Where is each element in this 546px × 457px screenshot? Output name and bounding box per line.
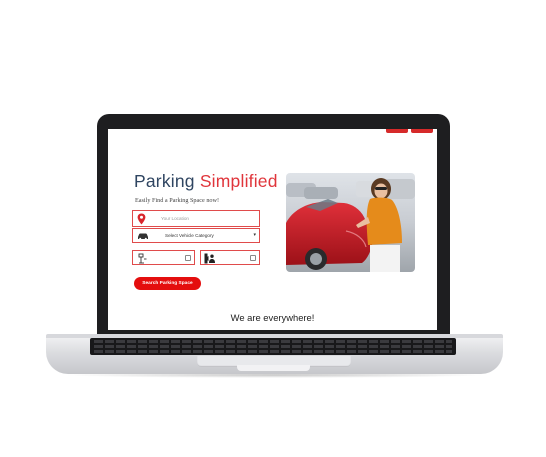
calendar-icon[interactable] bbox=[185, 255, 191, 261]
vehicle-category-value: Select Vehicle Category bbox=[165, 233, 214, 238]
map-pin-icon bbox=[137, 213, 146, 225]
title-word-parking: Parking bbox=[134, 171, 195, 191]
laptop-notch bbox=[237, 365, 310, 371]
page-title: Parking Simplified bbox=[134, 171, 278, 192]
exit-datetime-input[interactable] bbox=[200, 250, 260, 265]
keyboard-row bbox=[94, 350, 452, 353]
keyboard-row bbox=[94, 345, 452, 348]
vehicle-category-select[interactable]: Select Vehicle Category ▾ bbox=[132, 228, 260, 243]
keyboard-row bbox=[94, 340, 452, 343]
location-placeholder: Your Location bbox=[161, 216, 189, 221]
car-icon bbox=[138, 233, 148, 240]
search-parking-button[interactable]: Search Parking Space bbox=[134, 277, 201, 290]
laptop-keyboard bbox=[90, 338, 456, 355]
hero-photo bbox=[286, 173, 415, 272]
entry-datetime-input[interactable] bbox=[132, 250, 195, 265]
parking-entry-icon bbox=[138, 253, 147, 264]
header-button-2[interactable] bbox=[411, 129, 433, 133]
subtitle: Easily Find a Parking Space now! bbox=[135, 197, 220, 204]
calendar-icon[interactable] bbox=[250, 255, 256, 261]
header-button-1[interactable] bbox=[386, 129, 408, 133]
tagline-heading: We are everywhere! bbox=[230, 312, 315, 323]
laptop-screen: Parking Simplified Easily Find a Parking… bbox=[108, 129, 437, 330]
exit-person-icon bbox=[204, 253, 215, 264]
location-input[interactable]: Your Location bbox=[132, 210, 260, 227]
title-word-simplified: Simplified bbox=[199, 171, 278, 191]
dropdown-caret-icon: ▾ bbox=[253, 232, 256, 238]
